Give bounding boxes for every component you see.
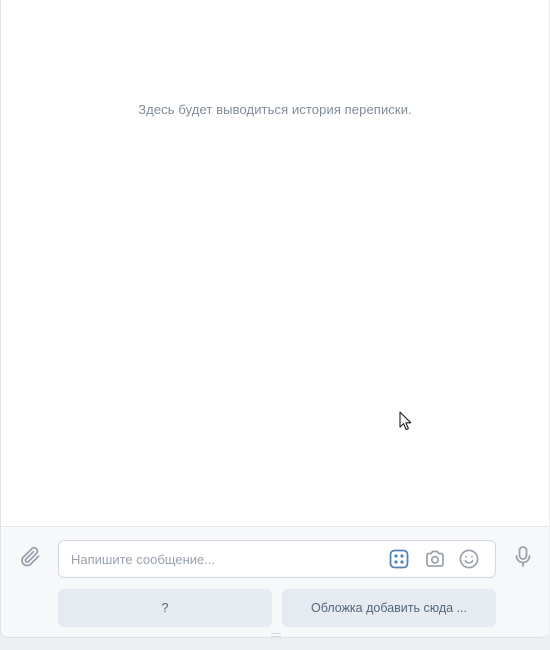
- microphone-icon: [515, 546, 531, 567]
- camera-icon: [426, 550, 444, 567]
- message-composer: ? Обложка добавить сюда ...: [1, 526, 549, 637]
- chat-window: Здесь будет выводиться история переписки…: [0, 0, 549, 638]
- bot-keyboard-icon: [389, 549, 409, 569]
- message-history: Здесь будет выводиться история переписки…: [1, 0, 549, 526]
- resize-handle[interactable]: [271, 633, 281, 637]
- mouse-cursor-icon: [399, 411, 412, 431]
- bot-keyboard-button[interactable]: [388, 548, 410, 570]
- voice-message-button[interactable]: [507, 541, 539, 573]
- bot-keyboard-button-label: Обложка добавить сюда ...: [311, 601, 467, 615]
- bot-keyboard-button-label: ?: [161, 601, 169, 615]
- empty-history-text: Здесь будет выводиться история переписки…: [138, 102, 412, 117]
- smile-icon: [459, 549, 479, 569]
- emoji-button[interactable]: [458, 548, 480, 570]
- paperclip-icon: [21, 546, 40, 567]
- message-input[interactable]: [71, 541, 381, 577]
- attach-button[interactable]: [15, 541, 47, 573]
- bot-keyboard-button-question[interactable]: ?: [58, 589, 272, 627]
- bot-keyboard-button-cover[interactable]: Обложка добавить сюда ...: [282, 589, 496, 627]
- message-input-box: [58, 540, 496, 578]
- camera-button[interactable]: [424, 548, 446, 570]
